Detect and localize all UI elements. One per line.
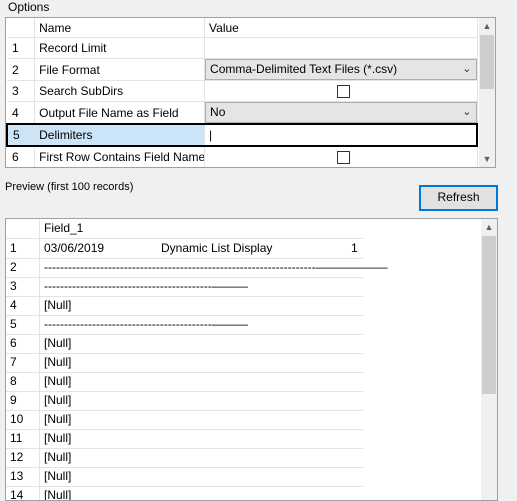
row-number: 3: [7, 80, 36, 102]
options-grid: Name Value 1 Record Limit 2 File Format …: [5, 17, 496, 168]
cell-value: [Null]: [44, 374, 72, 388]
preview-grid: Field_1 1 03/06/2019 Dynamic List Displa…: [5, 218, 498, 501]
table-row[interactable]: 2 --------------------------------------…: [6, 258, 388, 278]
search-subdirs-checkbox[interactable]: [337, 85, 351, 99]
cell-value: [Null]: [44, 355, 72, 369]
cell-value-middle: Dynamic List Display: [161, 241, 273, 255]
table-row[interactable]: 3 --------------------------------------…: [6, 277, 363, 297]
preview-scrollbar[interactable]: ▲: [481, 219, 497, 500]
row-number: 1: [10, 241, 17, 255]
row-name: First Row Contains Field Names: [34, 146, 206, 167]
cell-value: [Null]: [44, 488, 72, 501]
table-row[interactable]: 11 [Null]: [6, 429, 363, 449]
output-file-name-dropdown[interactable]: No ⌄: [205, 102, 476, 123]
row-number: 5: [6, 123, 36, 147]
row-number: 13: [10, 469, 24, 483]
cell-value-right: 1: [351, 241, 358, 255]
header-value: Value: [204, 18, 478, 38]
scroll-up-icon[interactable]: ▲: [479, 18, 495, 34]
row-number: 12: [10, 450, 24, 464]
first-row-names-checkbox[interactable]: [337, 151, 351, 165]
header-name: Name: [34, 18, 206, 38]
row-number: 8: [10, 374, 17, 388]
row-name: Delimiters: [34, 123, 206, 147]
table-row[interactable]: 7 [Null]: [6, 353, 363, 373]
row-number: 6: [7, 146, 36, 167]
row-number: 2: [10, 260, 17, 274]
scrollbar-thumb[interactable]: [480, 35, 494, 89]
cell-value: [Null]: [44, 469, 72, 483]
grid-row-delimiters[interactable]: 5 Delimiters |: [6, 123, 479, 147]
preview-label: Preview (first 100 records): [5, 181, 134, 193]
column-header-field-1[interactable]: Field_1: [44, 221, 83, 235]
grid-row-first-row-names[interactable]: 6 First Row Contains Field Names: [7, 146, 478, 167]
row-number: 9: [10, 393, 17, 407]
chevron-down-icon[interactable]: ⌄: [462, 60, 471, 79]
grid-row-file-format[interactable]: 2 File Format Comma-Delimited Text Files…: [7, 58, 478, 81]
cell-value: [Null]: [44, 412, 72, 426]
table-row[interactable]: 4 [Null]: [6, 296, 363, 316]
row-name: File Format: [34, 58, 206, 81]
row-number: 7: [10, 355, 17, 369]
table-row[interactable]: 9 [Null]: [6, 391, 363, 411]
row-number: 10: [10, 412, 24, 426]
cell-value: [Null]: [44, 450, 72, 464]
row-number: 4: [10, 298, 17, 312]
delimiters-input[interactable]: |: [204, 123, 479, 147]
table-row[interactable]: 10 [Null]: [6, 410, 363, 430]
cell-value: [Null]: [44, 393, 72, 407]
cell-value: [Null]: [44, 298, 72, 312]
row-name: Output File Name as Field: [34, 101, 206, 125]
options-title: Options: [8, 0, 50, 14]
grid-row-search-subdirs[interactable]: 3 Search SubDirs: [7, 80, 478, 102]
file-format-value: Comma-Delimited Text Files (*.csv): [210, 62, 398, 76]
chevron-down-icon[interactable]: ⌄: [462, 103, 471, 122]
refresh-button[interactable]: Refresh: [419, 185, 498, 211]
cell-value: ----------------------------------------…: [44, 279, 248, 293]
row-number: 1: [7, 37, 36, 59]
record-limit-field[interactable]: [204, 37, 478, 59]
file-format-dropdown[interactable]: Comma-Delimited Text Files (*.csv) ⌄: [205, 59, 476, 80]
cell-value: 03/06/2019: [44, 241, 105, 255]
row-number: 5: [10, 317, 17, 331]
output-file-name-value: No: [210, 105, 226, 119]
row-number: 14: [10, 488, 24, 501]
cell-value: [Null]: [44, 336, 72, 350]
table-row[interactable]: 8 [Null]: [6, 372, 363, 392]
preview-header-row: Field_1: [6, 219, 363, 239]
row-name: Record Limit: [34, 37, 206, 59]
cell-value: ----------------------------------------…: [44, 317, 248, 331]
options-scrollbar[interactable]: ▲ ▼: [479, 18, 495, 167]
grid-header: Name Value: [7, 18, 478, 38]
row-number: 11: [10, 431, 23, 445]
grid-row-record-limit[interactable]: 1 Record Limit: [7, 37, 478, 59]
scroll-up-icon[interactable]: ▲: [481, 219, 497, 235]
cell-value: [Null]: [44, 431, 72, 445]
scrollbar-thumb[interactable]: [482, 236, 496, 394]
row-number: 3: [10, 279, 17, 293]
table-row[interactable]: 6 [Null]: [6, 334, 363, 354]
grid-row-output-file-name[interactable]: 4 Output File Name as Field No ⌄: [7, 101, 478, 125]
scroll-down-icon[interactable]: ▼: [479, 151, 495, 167]
row-number: 2: [7, 58, 36, 81]
row-name: Search SubDirs: [34, 80, 206, 102]
row-number: 6: [10, 336, 17, 350]
table-row[interactable]: 5 --------------------------------------…: [6, 315, 363, 335]
row-number: 4: [7, 101, 36, 125]
table-row[interactable]: 12 [Null]: [6, 448, 363, 468]
table-row[interactable]: 1 03/06/2019 Dynamic List Display 1: [6, 239, 363, 259]
cell-value: ----------------------------------------…: [44, 260, 388, 274]
table-row[interactable]: 13 [Null]: [6, 467, 363, 487]
